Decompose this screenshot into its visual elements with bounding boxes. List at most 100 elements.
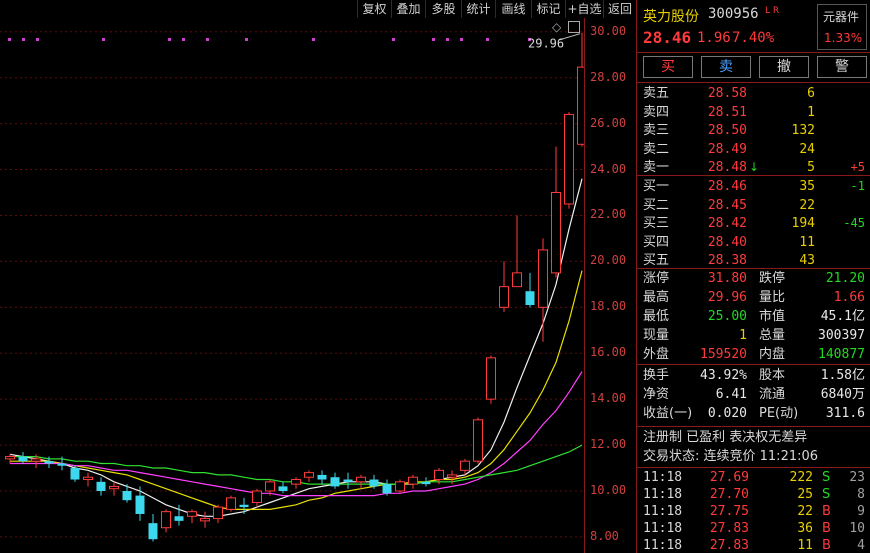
financials-row: 换手 43.92% 股本 1.58亿 [637, 366, 870, 385]
toolbar-button-diejia[interactable]: 叠加 [391, 0, 425, 18]
toolbar-button-tongji[interactable]: 统计 [461, 0, 495, 18]
signal-marker [168, 38, 171, 41]
level-volume: 35 [799, 179, 815, 194]
level-label: 卖五 [643, 86, 670, 101]
signal-marker [312, 38, 315, 41]
quote-panel: 英力股份 300956 L R 元器件 1.33% 28.46 1.96 7.4… [636, 0, 870, 553]
level-volume: 11 [799, 234, 815, 250]
price-tick-label: 8.00 [590, 528, 619, 543]
toolbar-button-biaoji[interactable]: 标记 [531, 0, 565, 18]
stat-value: 45.1亿 [820, 309, 865, 324]
candle-body [434, 469, 444, 481]
fin-label: 净资 [643, 387, 670, 402]
level-label: 卖四 [643, 104, 670, 120]
sell-button[interactable]: 卖 [701, 56, 751, 78]
toolbar-button-fuquan[interactable]: 复权 [357, 0, 391, 18]
level-volume: 132 [791, 123, 815, 138]
fin-label: PE(动) [759, 406, 799, 421]
stat-value: 1.66 [833, 290, 865, 305]
level-volume: 24 [799, 141, 815, 157]
level-price: 28.42 [707, 216, 747, 231]
stat-label: 总量 [759, 328, 786, 343]
price-tick-label: 20.00 [590, 253, 627, 268]
window-toggle-icon[interactable] [568, 21, 580, 33]
diamond-icon[interactable]: ◇ [552, 20, 561, 34]
price-change: 1.96 [697, 30, 731, 46]
ask-row[interactable]: 卖四 28.51 1 [637, 103, 870, 122]
candlestick-plot[interactable]: 29.96 [0, 18, 584, 553]
candle-body [31, 458, 41, 462]
stat-label: 市值 [759, 309, 786, 324]
candle-body [473, 419, 483, 462]
tick-row[interactable]: 11:18 27.83 11 B 4 [637, 536, 870, 553]
ask-row[interactable]: 卖三 28.50 132 [637, 121, 870, 140]
tick-volume: 11 [797, 538, 813, 553]
toolbar-button-fanhui[interactable]: 返回 [603, 0, 636, 18]
bid-row[interactable]: 买三 28.42 194 -45 [637, 214, 870, 233]
sector-box[interactable]: 元器件 1.33% [817, 4, 867, 50]
level-label: 买二 [643, 197, 670, 213]
stats-row: 外盘 159520 内盘 140877 [637, 345, 870, 364]
stats-row: 最高 29.96 量比 1.66 [637, 288, 870, 307]
fin-value: 1.58亿 [820, 368, 865, 383]
fin-value: 6.41 [715, 387, 747, 402]
trade-status: 交易状态: 连续竞价 11:21:06 [643, 449, 819, 464]
candle-body [148, 523, 158, 540]
alert-button[interactable]: 警 [817, 56, 867, 78]
candle-body [551, 192, 561, 274]
level-label: 买四 [643, 234, 670, 250]
fin-value: 311.6 [825, 406, 865, 421]
financials-row: 净资 6.41 流通 6840万 [637, 385, 870, 404]
high-annotation-label: 29.96 [528, 37, 564, 51]
price-tick-label: 18.00 [590, 299, 627, 314]
candle-body [538, 249, 548, 308]
level-volume: 6 [807, 86, 815, 101]
signal-marker [486, 38, 489, 41]
kline-chart-area[interactable]: 复权 叠加 多股 统计 画线 标记 +自选 返回 29.96 30.00 28.0… [0, 0, 636, 553]
tick-time: 11:18 [643, 538, 683, 553]
signal-marker [392, 38, 395, 41]
ask-row[interactable]: 卖二 28.49 24 [637, 140, 870, 159]
candle-body [96, 481, 106, 492]
stat-label: 外盘 [643, 347, 670, 362]
stat-label: 涨停 [643, 271, 670, 286]
cancel-button[interactable]: 撤 [759, 56, 809, 78]
toolbar-button-duogu[interactable]: 多股 [425, 0, 461, 18]
bid-row[interactable]: 买四 28.40 11 [637, 233, 870, 252]
candle-body [187, 511, 197, 517]
toolbar-button-huaxian[interactable]: 画线 [495, 0, 531, 18]
stats-row: 现量 1 总量 300397 [637, 326, 870, 345]
candle-body [460, 460, 470, 471]
stat-value: 31.80 [707, 271, 747, 286]
candle-body [44, 461, 54, 464]
price-tick-label: 10.00 [590, 483, 627, 497]
bid-row[interactable]: 买一 28.46 35 -1 [637, 177, 870, 196]
sector-pct: 1.33% [824, 31, 863, 45]
buy-button[interactable]: 买 [643, 56, 693, 78]
ask-row[interactable]: 卖五 28.58 6 [637, 84, 870, 103]
candle-body [395, 481, 405, 492]
bid-row[interactable]: 买二 28.45 22 [637, 196, 870, 215]
candle-body [447, 474, 457, 478]
sector-label: 元器件 [823, 10, 860, 24]
candle-body [226, 497, 236, 510]
moving-average-line [10, 371, 583, 497]
signal-marker [460, 38, 463, 41]
fin-label: 股本 [759, 368, 786, 383]
fin-value: 0.020 [707, 406, 747, 421]
toolbar-button-zixuan[interactable]: +自选 [565, 0, 603, 18]
chart-toolbar: 复权 叠加 多股 统计 画线 标记 +自选 返回 [0, 0, 636, 18]
candle-body [135, 495, 145, 514]
candle-body [122, 491, 132, 501]
signal-marker [102, 38, 105, 41]
candle-body [369, 479, 379, 487]
level-label: 卖二 [643, 141, 670, 157]
level-label: 卖三 [643, 123, 670, 138]
candle-body [83, 476, 93, 481]
candle-body [239, 504, 249, 508]
level-price: 28.49 [707, 141, 747, 157]
level-price: 28.58 [707, 86, 747, 101]
price-tick-label: 12.00 [590, 437, 627, 452]
candle-body [200, 518, 210, 522]
fin-label: 流通 [759, 387, 786, 402]
